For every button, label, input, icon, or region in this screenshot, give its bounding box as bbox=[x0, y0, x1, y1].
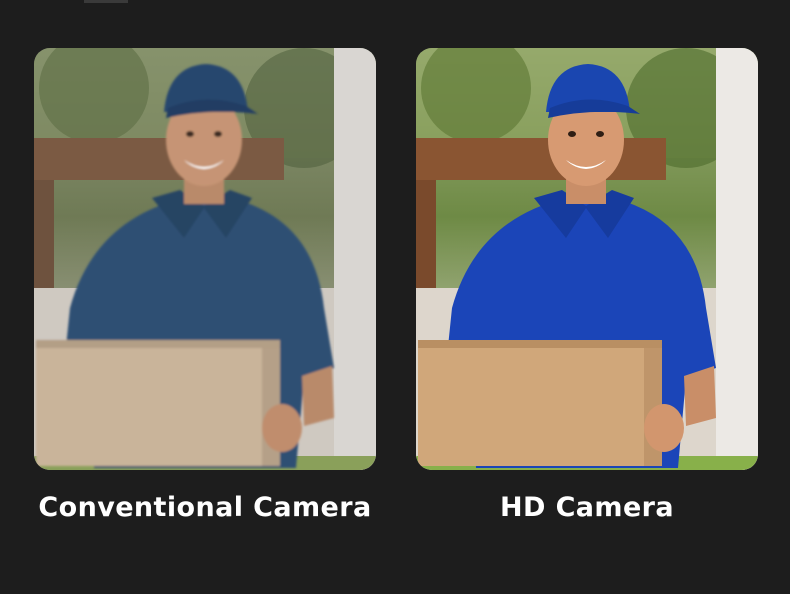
hd-camera-caption: HD Camera bbox=[499, 492, 675, 523]
top-edge-mark bbox=[84, 0, 128, 3]
photo-svg-left bbox=[34, 48, 376, 470]
delivery-man-scene-right bbox=[416, 48, 758, 470]
conventional-camera-caption: Conventional Camera bbox=[38, 492, 372, 523]
hd-camera-photo bbox=[416, 48, 758, 470]
delivery-man-scene-left bbox=[34, 48, 376, 470]
conventional-camera-photo bbox=[34, 48, 376, 470]
photo-svg-right bbox=[416, 48, 758, 470]
